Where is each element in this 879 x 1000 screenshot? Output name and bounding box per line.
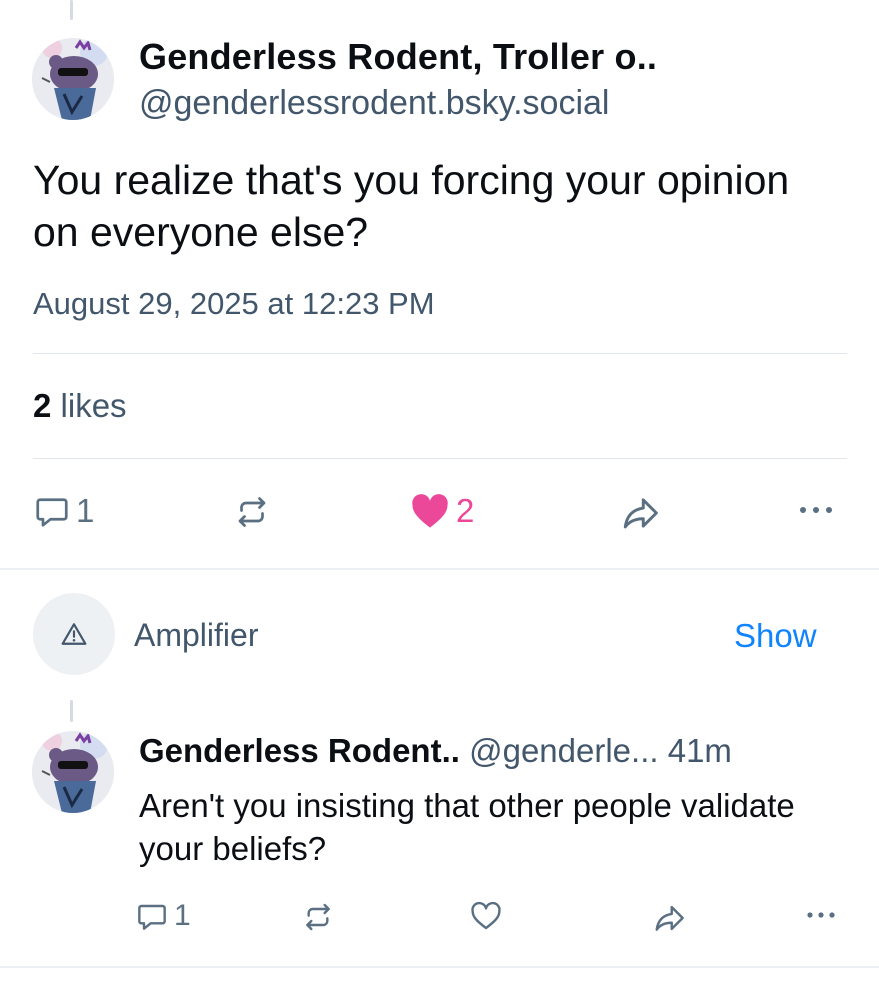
share-arrow-icon bbox=[655, 905, 684, 931]
repost-icon bbox=[306, 903, 330, 931]
thread-connector bbox=[70, 700, 73, 722]
main-author-handle[interactable]: @genderlessrodent.bsky.social bbox=[139, 84, 609, 123]
content-warning-label: Amplifier bbox=[134, 617, 259, 653]
main-post-avatar[interactable] bbox=[32, 38, 114, 120]
likes-count: 2 bbox=[33, 387, 52, 424]
reply-author-name[interactable]: Genderless Rodent.. bbox=[139, 732, 460, 769]
divider bbox=[33, 353, 847, 354]
section-separator bbox=[0, 966, 879, 968]
reply-button[interactable]: 1 bbox=[34, 492, 94, 530]
reply-reply-button[interactable]: 1 bbox=[136, 899, 191, 933]
heart-filled-icon bbox=[412, 494, 448, 528]
main-post-timestamp: August 29, 2025 at 12:23 PM bbox=[33, 286, 435, 321]
show-content-button[interactable]: Show bbox=[734, 617, 817, 655]
like-button[interactable]: 2 bbox=[410, 492, 474, 530]
share-arrow-icon bbox=[623, 498, 658, 529]
main-post-text: You realize that's you forcing your opin… bbox=[33, 157, 790, 255]
reply-header: Genderless Rodent.. @genderle... 41m bbox=[139, 732, 732, 770]
likes-word: likes bbox=[60, 387, 127, 424]
section-separator bbox=[0, 568, 879, 570]
warning-triangle-icon bbox=[61, 623, 87, 645]
more-options-button[interactable] bbox=[796, 498, 836, 522]
reply-like-button[interactable] bbox=[470, 901, 502, 931]
main-author-name[interactable]: Genderless Rodent, Troller o.. bbox=[139, 36, 657, 78]
ellipsis-icon bbox=[807, 912, 835, 918]
reply-more-options-button[interactable] bbox=[804, 905, 838, 925]
reply-count: 1 bbox=[76, 492, 95, 529]
repost-icon bbox=[238, 497, 266, 527]
comment-icon bbox=[36, 498, 68, 527]
reply-post-text: Aren't you insisting that other people v… bbox=[139, 787, 795, 867]
reply-reply-count: 1 bbox=[174, 899, 191, 932]
reply-time[interactable]: 41m bbox=[668, 732, 732, 769]
heart-outline-icon bbox=[471, 901, 501, 930]
content-warning-badge bbox=[33, 593, 115, 675]
repost-button[interactable] bbox=[234, 494, 270, 530]
divider bbox=[33, 458, 847, 459]
reply-repost-button[interactable] bbox=[302, 901, 334, 933]
reply-share-button[interactable] bbox=[652, 903, 686, 933]
likes-summary[interactable]: 2 likes bbox=[33, 387, 127, 425]
rodent-avatar-icon bbox=[32, 731, 114, 813]
reply-post-avatar[interactable] bbox=[32, 731, 114, 813]
rodent-avatar-icon bbox=[32, 38, 114, 120]
reply-author-handle[interactable]: @genderle... bbox=[469, 732, 658, 769]
ellipsis-icon bbox=[800, 507, 832, 513]
thread-connector-top bbox=[70, 0, 73, 20]
like-count: 2 bbox=[456, 492, 475, 529]
share-button[interactable] bbox=[620, 495, 660, 531]
comment-icon bbox=[138, 904, 166, 930]
